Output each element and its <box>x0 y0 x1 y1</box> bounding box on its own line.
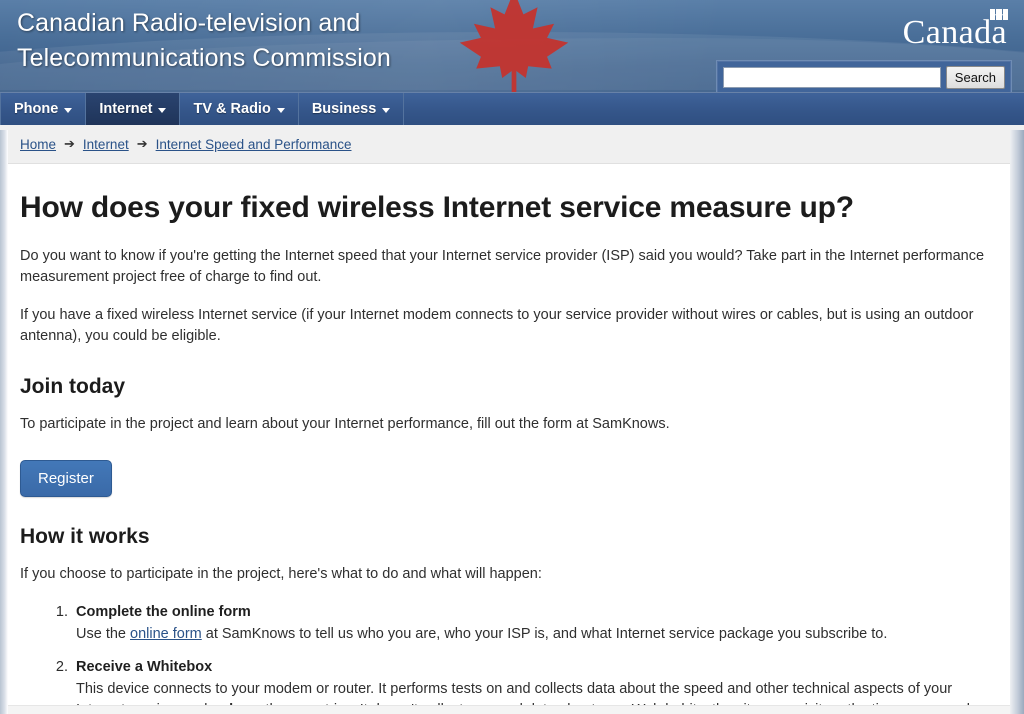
main-navigation: Phone Internet TV & Radio Business <box>0 92 1024 125</box>
page-title: How does your fixed wireless Internet se… <box>20 191 854 224</box>
nav-item-label: Phone <box>14 101 59 117</box>
site-title: Canadian Radio-television and Telecommun… <box>17 9 391 72</box>
site-banner: Canadian Radio-television and Telecommun… <box>0 0 1024 92</box>
site-search[interactable]: Search <box>715 60 1012 92</box>
nav-filler <box>404 93 1024 125</box>
step-title: Receive a Whitebox <box>76 659 213 675</box>
page-root: Canadian Radio-television and Telecommun… <box>0 0 1024 714</box>
step-body: Use the online form at SamKnows to tell … <box>76 624 1004 645</box>
breadcrumb-item-internet[interactable]: Internet <box>83 137 129 152</box>
search-input[interactable] <box>722 67 941 88</box>
breadcrumb-item-home[interactable]: Home <box>20 137 56 152</box>
chevron-down-icon <box>64 107 73 113</box>
nav-item-tv-radio[interactable]: TV & Radio <box>180 93 299 125</box>
chevron-down-icon <box>276 107 285 113</box>
intro-paragraph-1: Do you want to know if you're getting th… <box>20 248 985 285</box>
chevron-down-icon <box>382 107 391 113</box>
breadcrumb-arrow-icon: ➔ <box>64 136 75 151</box>
how-it-works-heading: How it works <box>20 525 150 548</box>
nav-item-internet[interactable]: Internet <box>86 93 181 125</box>
breadcrumb: Home ➔ Internet ➔ Internet Speed and Per… <box>20 136 352 152</box>
online-form-link[interactable]: online form <box>130 626 202 642</box>
how-it-works-steps: Complete the online form Use the online … <box>20 602 1004 714</box>
step-body: This device connects to your modem or ro… <box>76 679 1004 714</box>
maple-leaf-icon <box>459 0 569 92</box>
list-item: Complete the online form Use the online … <box>72 602 1004 645</box>
step-title: Complete the online form <box>76 604 251 620</box>
nav-item-label: Internet <box>99 101 153 117</box>
intro-paragraph-2: If you have a fixed wireless Internet se… <box>20 307 974 344</box>
nav-item-label: Business <box>311 101 377 117</box>
canada-flag-icon <box>990 9 1008 20</box>
list-item: Receive a Whitebox This device connects … <box>72 657 1004 714</box>
nav-item-business[interactable]: Business <box>299 93 405 125</box>
nav-item-phone[interactable]: Phone <box>0 93 87 125</box>
step-body-text-before-link: Use the <box>76 626 130 642</box>
main-content: How does your fixed wireless Internet se… <box>0 164 1024 714</box>
how-it-works-paragraph: If you choose to participate in the proj… <box>20 566 542 582</box>
chevron-down-icon <box>158 107 167 113</box>
step-body-emphasis: only <box>211 702 242 714</box>
canada-wordmark: Canada <box>903 9 1008 52</box>
breadcrumb-bar: Home ➔ Internet ➔ Internet Speed and Per… <box>0 125 1024 164</box>
breadcrumb-item-internet-speed-and-performance[interactable]: Internet Speed and Performance <box>156 137 352 152</box>
step-body-text-after-link: at SamKnows to tell us who you are, who … <box>201 626 888 642</box>
nav-item-label: TV & Radio <box>193 101 271 117</box>
register-button[interactable]: Register <box>20 460 112 497</box>
search-button[interactable]: Search <box>945 66 1005 89</box>
join-today-heading: Join today <box>20 375 126 398</box>
breadcrumb-arrow-icon: ➔ <box>136 136 148 151</box>
join-today-paragraph: To participate in the project and learn … <box>20 416 670 432</box>
